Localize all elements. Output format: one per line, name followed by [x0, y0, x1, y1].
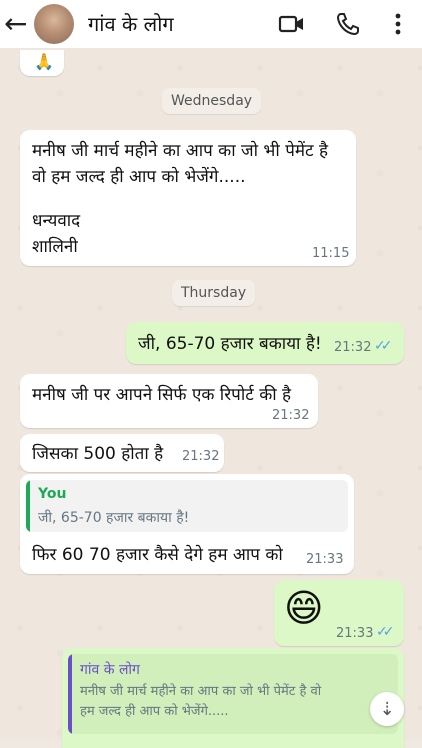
avatar[interactable]: [34, 4, 74, 44]
message-bubble-incoming[interactable]: 🙏: [20, 50, 64, 76]
message-bubble-incoming[interactable]: जिसका 500 होता है 21:32: [20, 434, 224, 472]
double-check-icon: ✓✓: [374, 338, 393, 354]
date-chip: Wednesday: [162, 88, 262, 114]
message-bubble-incoming[interactable]: मनीष जी पर आपने सिर्फ एक रिपोर्ट की है 2…: [20, 374, 318, 428]
quote-text: जी, 65-70 हजार बकाया है!: [38, 510, 190, 526]
message-time: 21:33: [336, 626, 374, 641]
chat-header: ← गांव के लोग: [0, 0, 422, 48]
quote-bar: [68, 654, 72, 734]
message-time: 21:33: [306, 552, 344, 567]
quoted-message[interactable]: गांव के लोग मनीष जी मार्च महीने का आप का…: [68, 654, 398, 734]
message-time: 21:32: [182, 449, 220, 464]
chat-title[interactable]: गांव के लोग: [88, 10, 174, 37]
double-check-icon: ✓✓: [376, 624, 395, 640]
quoted-message[interactable]: You जी, 65-70 हजार बकाया है!: [26, 480, 348, 532]
quote-author: गांव के लोग: [80, 662, 140, 678]
date-chip: Thursday: [172, 280, 256, 306]
quote-text: मनीष जी मार्च महीने का आप का जो भी पेमें…: [80, 684, 322, 719]
video-call-icon[interactable]: [278, 10, 306, 38]
message-text: जिसका 500 होता है: [32, 444, 164, 464]
back-arrow-icon[interactable]: ←: [4, 10, 27, 38]
chat-area[interactable]: 🙏 Wednesday मनीष जी मार्च महीने का आप का…: [0, 48, 422, 748]
more-options-icon[interactable]: [384, 10, 412, 38]
message-emoji: 🙏: [34, 52, 54, 71]
message-time: 11:15: [312, 246, 350, 261]
message-time: 21:32: [334, 340, 372, 355]
message-bubble-outgoing[interactable]: जी, 65-70 हजार बकाया है! 21:32 ✓✓: [126, 322, 404, 364]
message-text: मनीष जी मार्च महीने का आप का जो भी पेमें…: [32, 141, 329, 257]
message-text: मनीष जी पर आपने सिर्फ एक रिपोर्ट की है: [32, 385, 292, 405]
quote-bar: [26, 480, 30, 532]
message-emoji: 😄: [284, 586, 324, 630]
message-bubble-incoming[interactable]: मनीष जी मार्च महीने का आप का जो भी पेमें…: [20, 130, 356, 266]
scroll-down-icon[interactable]: ⇣: [370, 692, 404, 726]
message-text: जी, 65-70 हजार बकाया है!: [138, 334, 322, 354]
message-bubble-outgoing[interactable]: गांव के लोग मनीष जी मार्च महीने का आप का…: [62, 648, 404, 748]
message-bubble-incoming[interactable]: You जी, 65-70 हजार बकाया है! फिर 60 70 ह…: [20, 474, 354, 574]
phone-icon[interactable]: [334, 10, 362, 38]
message-text: फिर 60 70 हजार कैसे देगे हम आप को: [32, 545, 283, 565]
message-time: 21:32: [272, 408, 310, 423]
quote-author: You: [38, 486, 67, 502]
message-bubble-outgoing[interactable]: 😄 21:33 ✓✓: [274, 580, 404, 646]
